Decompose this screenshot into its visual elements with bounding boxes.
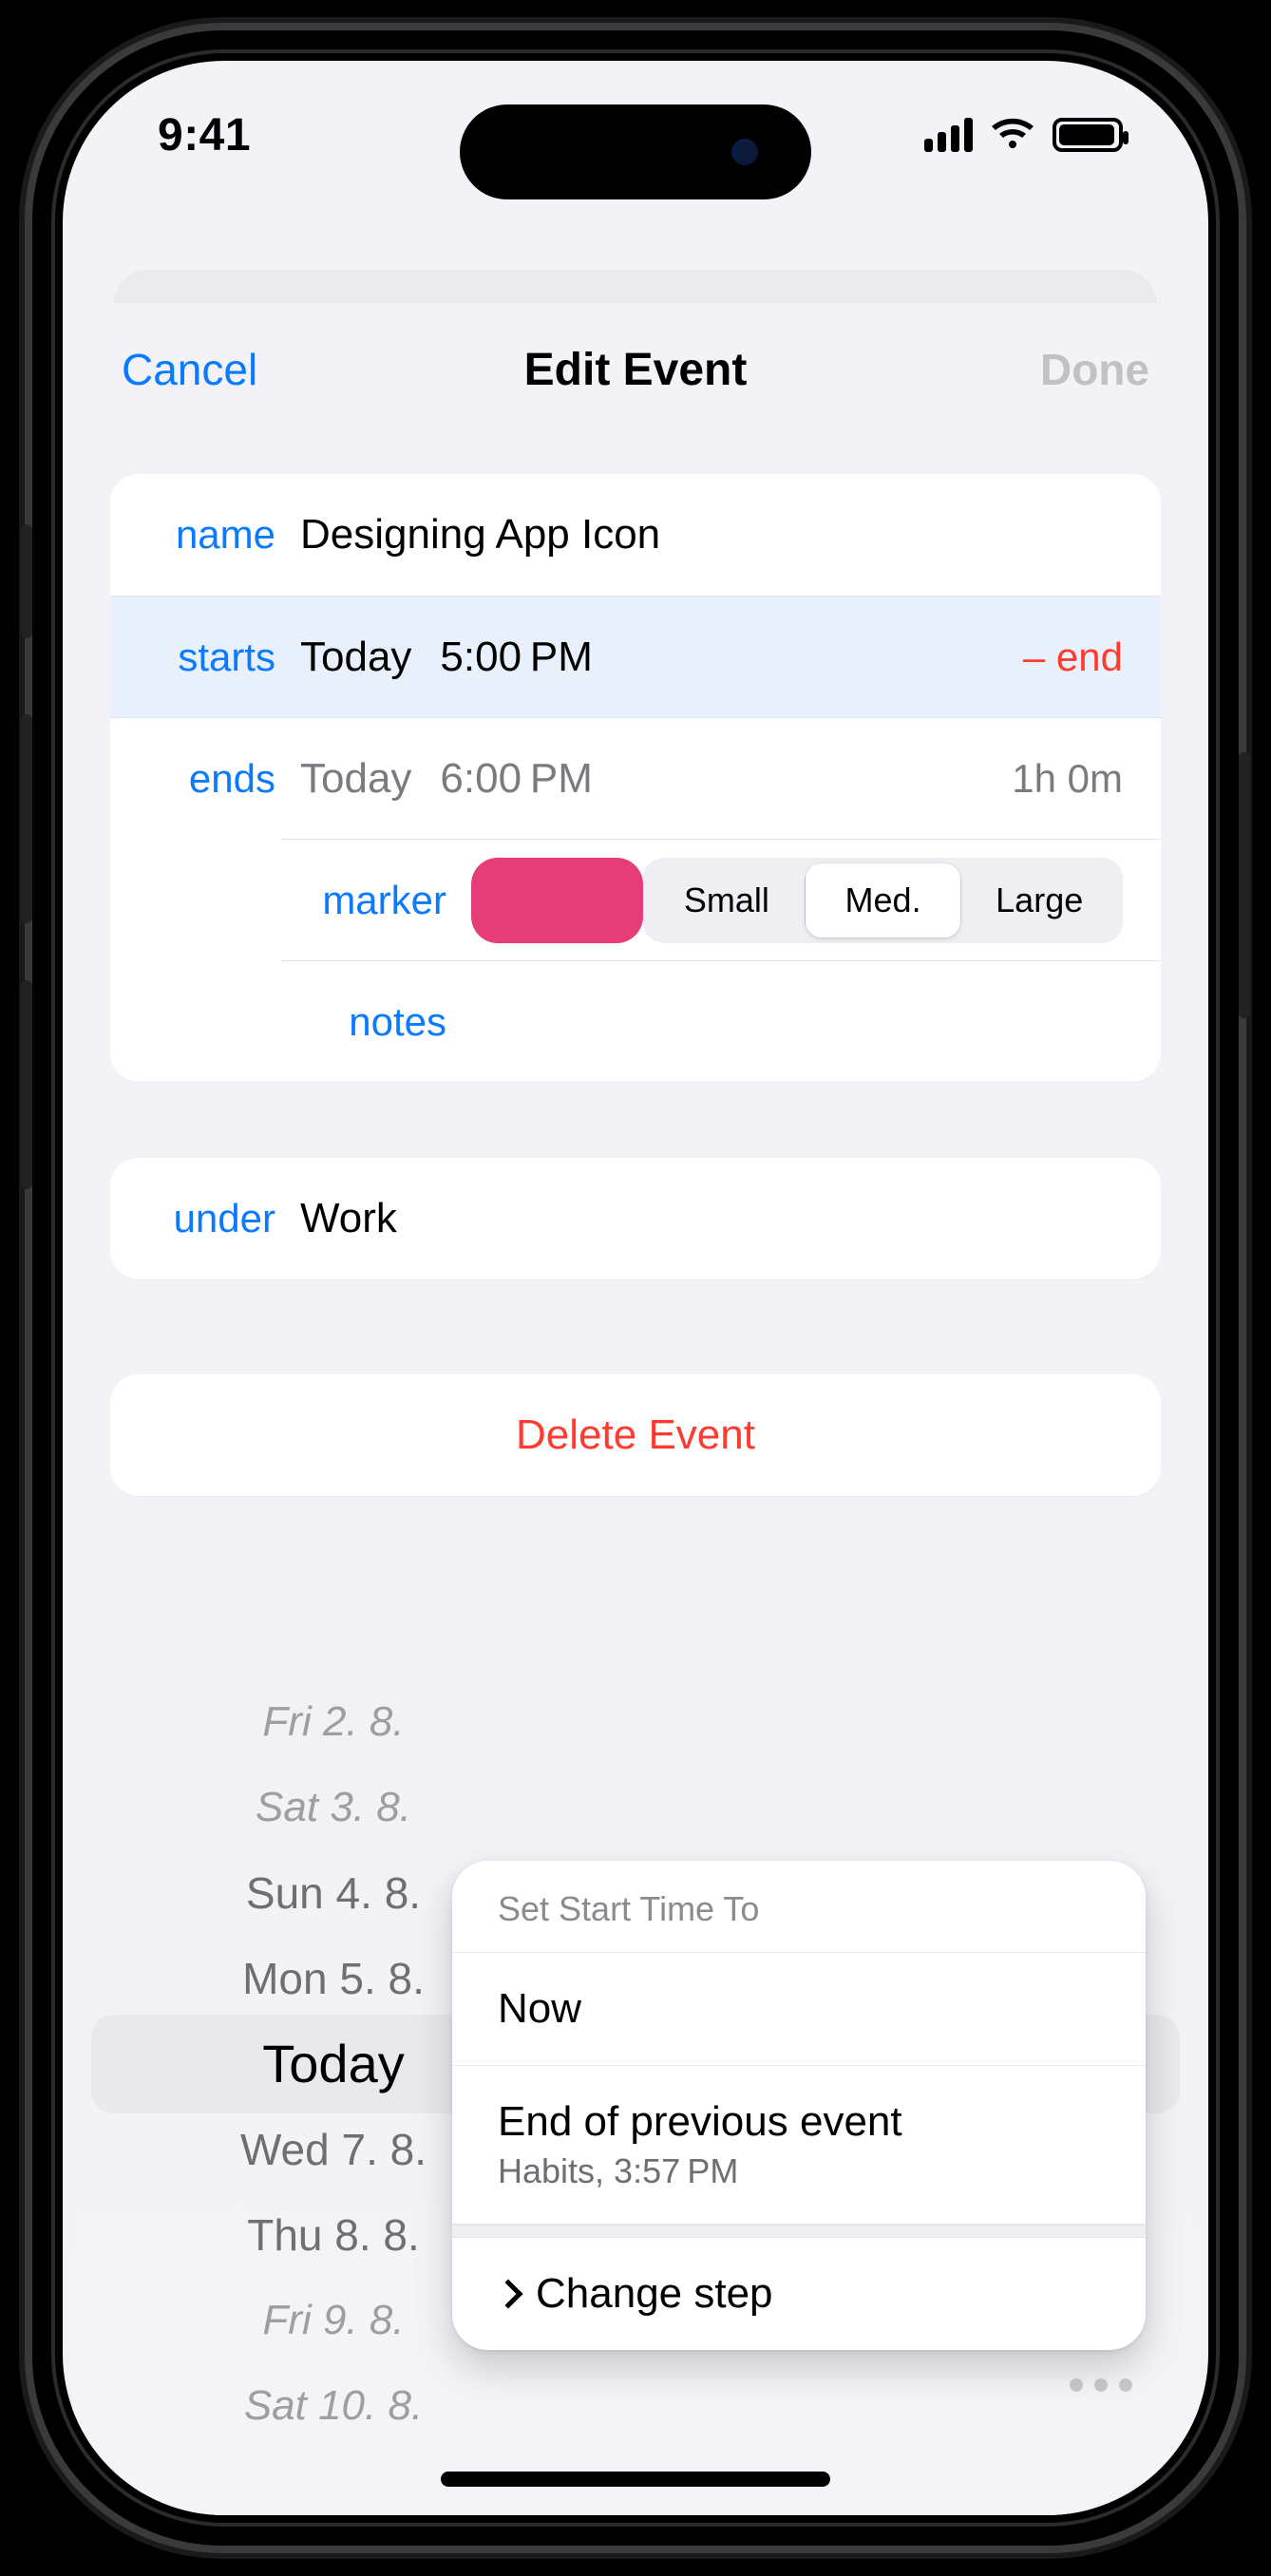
home-indicator[interactable] <box>441 2472 830 2487</box>
dynamic-island <box>460 104 811 199</box>
delete-event-button[interactable]: Delete Event <box>110 1374 1161 1496</box>
under-card: under Work <box>110 1158 1161 1279</box>
marker-row[interactable]: marker Small Med. Large <box>281 839 1161 960</box>
status-time: 9:41 <box>158 109 251 161</box>
volume-up-button <box>21 714 32 923</box>
ends-row[interactable]: ends Today 6:00 PM 1h 0m <box>110 717 1161 839</box>
marker-label: marker <box>281 878 471 923</box>
under-value: Work <box>300 1195 397 1242</box>
starts-label: starts <box>110 635 300 680</box>
starts-end-link[interactable]: – end <box>1023 635 1123 680</box>
date-picker-area: Fri 2. 8. Sat 3. 8. Sun 4. 8. Mon 5. 8. … <box>72 1613 1199 2515</box>
popover-header: Set Start Time To <box>452 1861 1146 1953</box>
edit-event-sheet: Cancel Edit Event Done name Designing Ap… <box>72 303 1199 2515</box>
battery-icon <box>1053 118 1123 152</box>
popover-change-step[interactable]: Change step <box>452 2238 1146 2350</box>
popover-now[interactable]: Now <box>452 1953 1146 2066</box>
under-row[interactable]: under Work <box>110 1158 1161 1279</box>
marker-size-small[interactable]: Small <box>649 863 805 938</box>
popover-end-of-previous[interactable]: End of previous event Habits, 3:57 PM <box>452 2066 1146 2225</box>
ends-value: Today 6:00 PM <box>300 755 593 803</box>
duration-label: 1h 0m <box>1012 756 1123 802</box>
done-button[interactable]: Done <box>1040 344 1149 395</box>
marker-size-large[interactable]: Large <box>961 863 1117 938</box>
event-fields-card: name Designing App Icon starts Today 5:0… <box>110 474 1161 1082</box>
name-value: Designing App Icon <box>300 511 660 559</box>
mute-switch <box>21 524 32 638</box>
volume-down-button <box>21 980 32 1189</box>
marker-size-segmented[interactable]: Small Med. Large <box>643 858 1123 943</box>
delete-card: Delete Event <box>110 1374 1161 1496</box>
start-time-popover: Set Start Time To Now End of previous ev… <box>452 1861 1146 2350</box>
marker-size-medium[interactable]: Med. <box>806 863 961 938</box>
wifi-icon <box>990 118 1035 152</box>
sheet-title: Edit Event <box>524 344 748 396</box>
phone-frame: 9:41 Cancel <box>32 30 1239 2546</box>
front-camera-icon <box>726 133 764 171</box>
name-label: name <box>110 512 300 558</box>
screen: 9:41 Cancel <box>63 61 1208 2515</box>
starts-value: Today 5:00 PM <box>300 634 593 681</box>
chevron-right-icon <box>493 2279 522 2308</box>
under-label: under <box>110 1196 300 1241</box>
more-icon[interactable] <box>1070 2378 1132 2392</box>
sheet-nav: Cancel Edit Event Done <box>72 303 1199 436</box>
name-row[interactable]: name Designing App Icon <box>110 474 1161 596</box>
marker-color-swatch[interactable] <box>471 858 643 943</box>
side-button <box>1239 752 1250 1018</box>
notes-row[interactable]: notes <box>281 960 1161 1082</box>
cellular-icon <box>924 118 973 152</box>
ends-label: ends <box>110 756 300 802</box>
notes-label: notes <box>281 999 471 1045</box>
starts-row[interactable]: starts Today 5:00 PM – end <box>110 596 1161 717</box>
cancel-button[interactable]: Cancel <box>122 344 257 395</box>
